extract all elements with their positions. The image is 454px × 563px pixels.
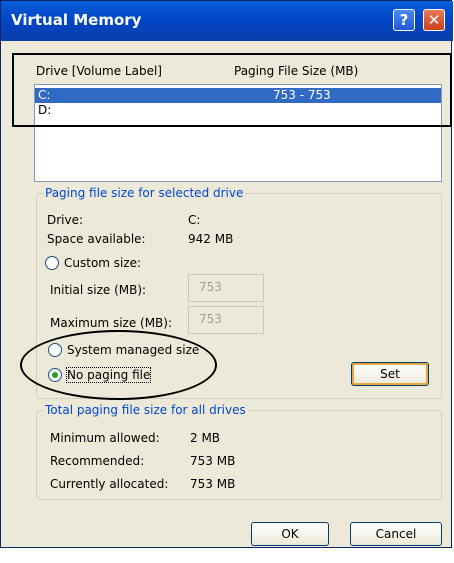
initial-size-input[interactable]: 753 <box>188 274 264 302</box>
minimum-allowed-label: Minimum allowed: <box>50 431 160 445</box>
drive-value: C: <box>188 213 201 227</box>
group-label: Total paging file size for all drives <box>43 403 248 417</box>
set-button[interactable]: Set <box>351 362 429 386</box>
recommended-label: Recommended: <box>50 454 145 468</box>
help-icon: ? <box>399 11 409 29</box>
initial-size-label: Initial size (MB): <box>50 283 147 297</box>
drive-label: Drive: <box>47 213 84 227</box>
annotation-rectangle <box>12 53 452 127</box>
title-bar[interactable]: Virtual Memory ? ✕ <box>1 1 453 41</box>
maximum-size-label: Maximum size (MB): <box>50 316 173 330</box>
close-button[interactable]: ✕ <box>423 9 445 31</box>
close-icon: ✕ <box>427 11 441 29</box>
custom-size-label[interactable]: Custom size: <box>64 256 141 270</box>
space-available-label: Space available: <box>47 232 146 246</box>
minimum-allowed-value: 2 MB <box>190 431 221 445</box>
annotation-oval <box>20 330 217 400</box>
currently-allocated-value: 753 MB <box>190 477 236 491</box>
custom-size-radio[interactable] <box>45 256 59 270</box>
currently-allocated-label: Currently allocated: <box>50 477 169 491</box>
help-button[interactable]: ? <box>393 9 415 31</box>
space-available-value: 942 MB <box>188 232 234 246</box>
maximum-size-input[interactable]: 753 <box>188 306 264 334</box>
group-label: Paging file size for selected drive <box>43 186 246 200</box>
recommended-value: 753 MB <box>190 454 236 468</box>
ok-button[interactable]: OK <box>251 522 329 546</box>
window-title: Virtual Memory <box>11 11 142 29</box>
cancel-button[interactable]: Cancel <box>350 522 442 546</box>
